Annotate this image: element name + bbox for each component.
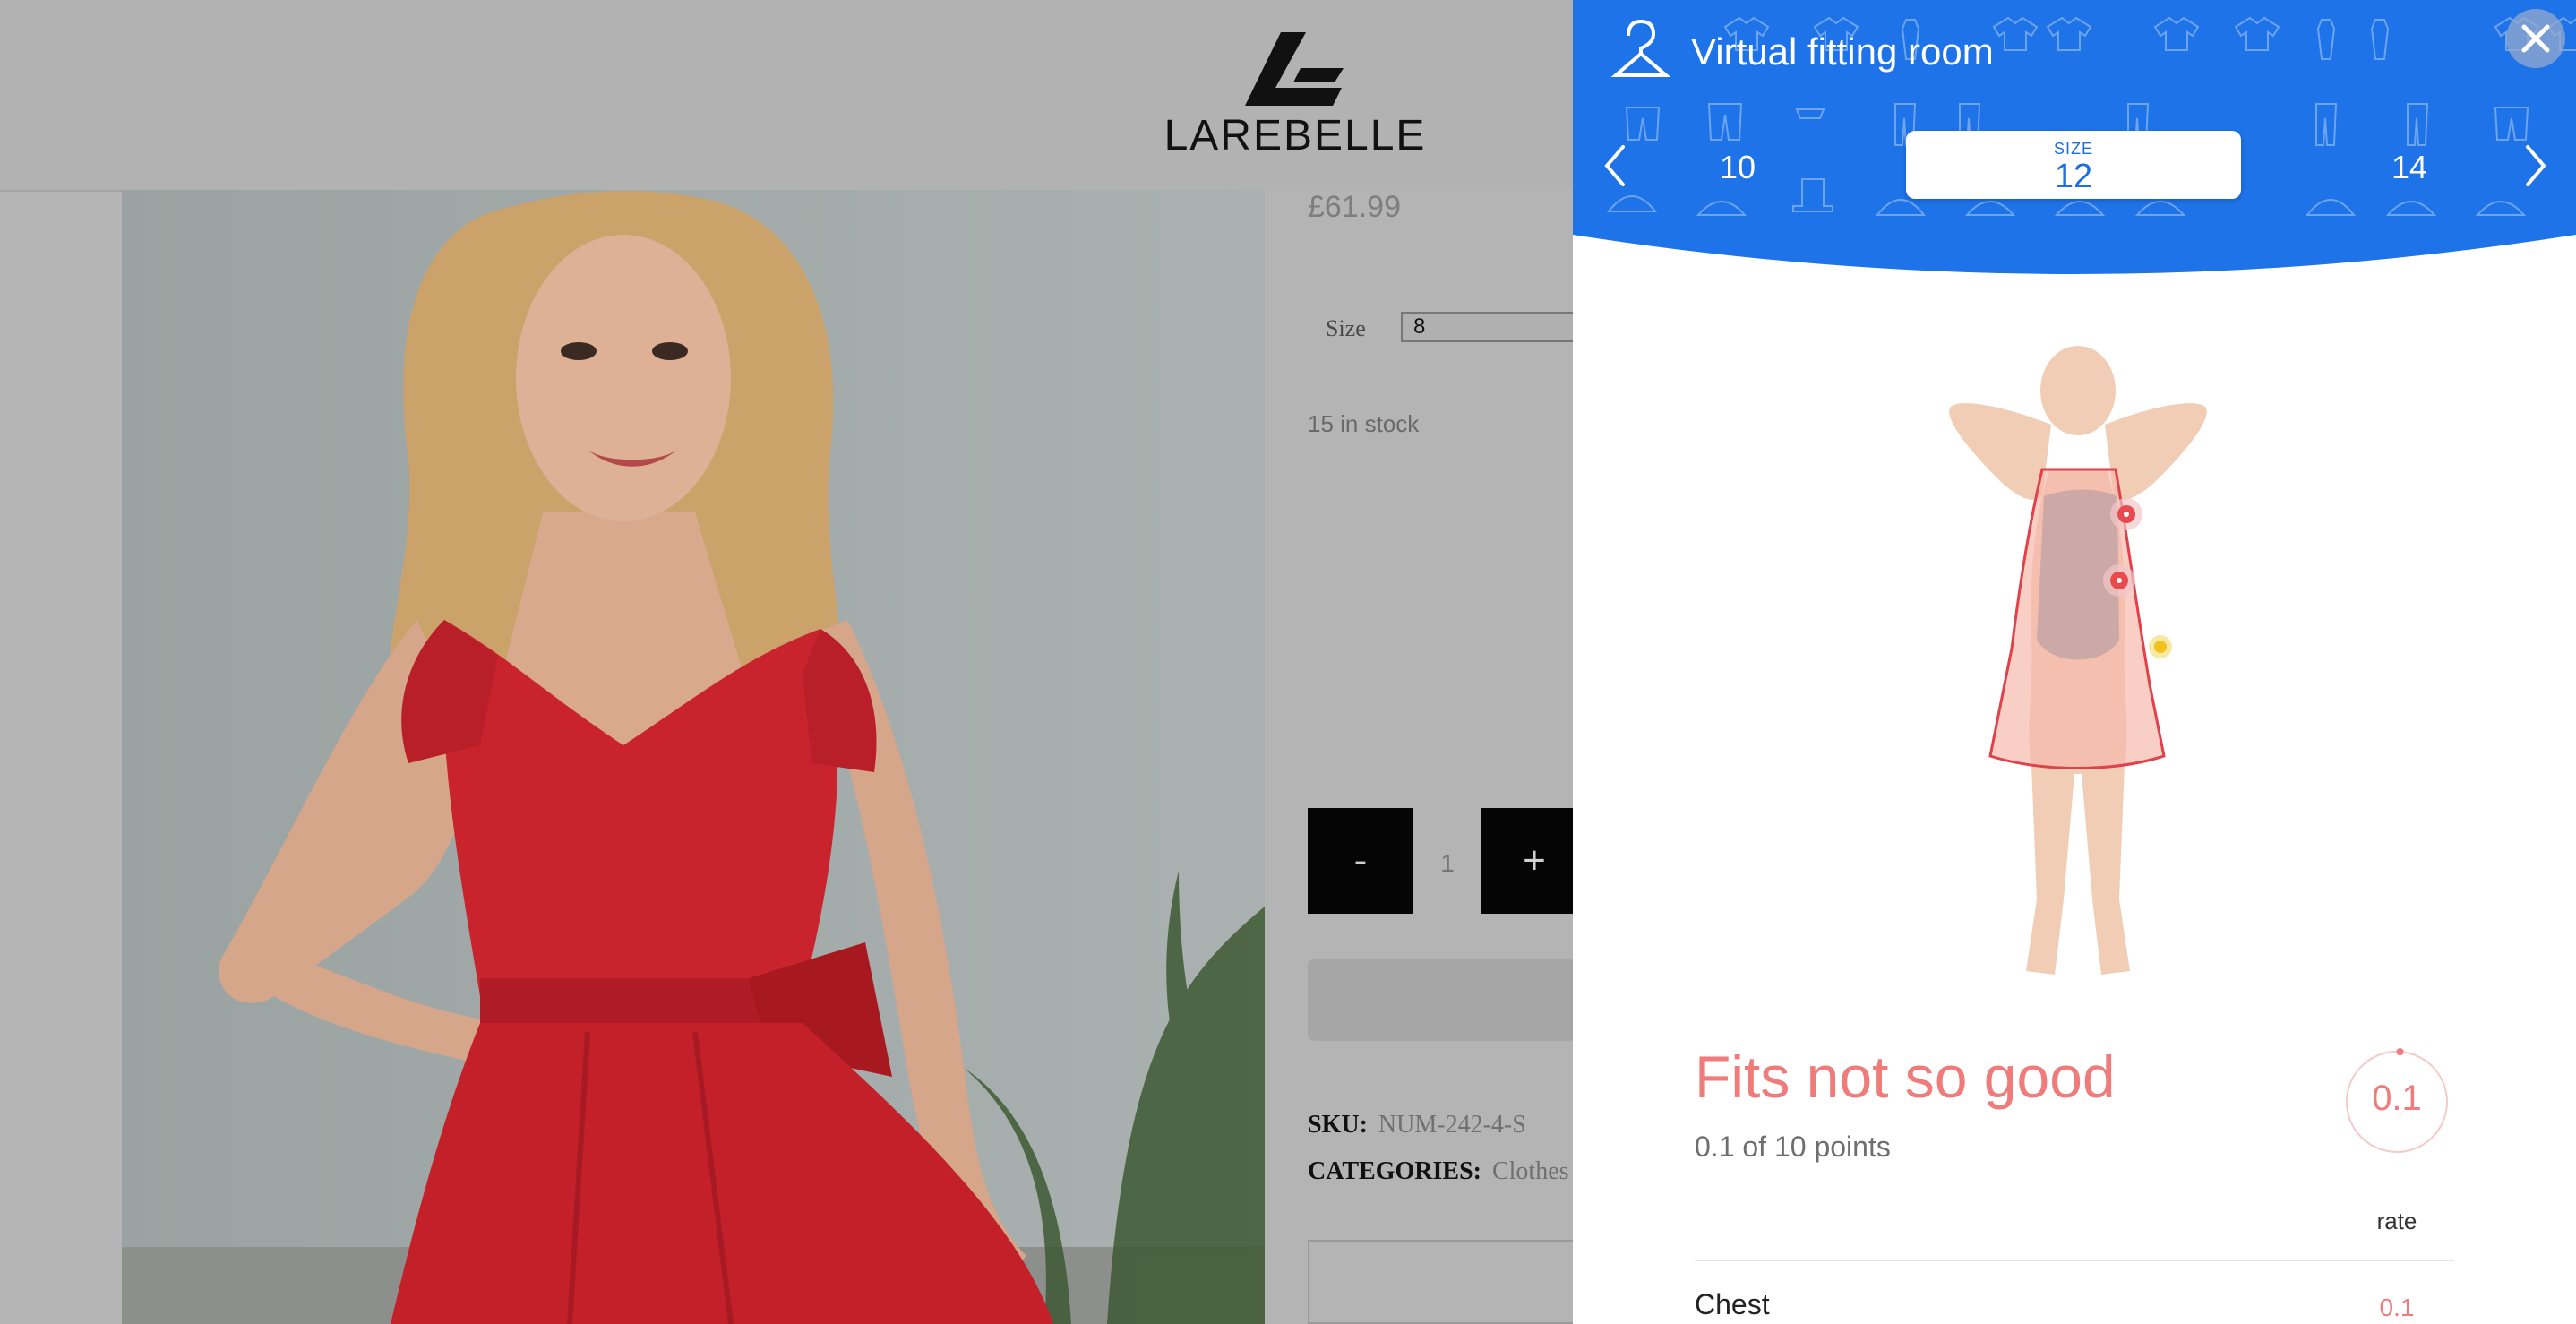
ok-marker-hips <box>2149 635 2172 658</box>
measurement-label-chest: Chest <box>1695 1288 1770 1320</box>
product-image[interactable] <box>122 190 1265 1324</box>
rate-progress-dot <box>2396 1048 2404 1056</box>
selected-size-pill[interactable]: SIZE 12 <box>1906 131 2241 199</box>
fit-points-text: 0.1 of 10 points <box>1695 1131 1891 1163</box>
sku-label: SKU: <box>1308 1111 1368 1139</box>
size-select[interactable]: 8 <box>1401 312 1580 342</box>
panel-title: Virtual fitting room <box>1691 30 1994 73</box>
add-to-cart-button[interactable] <box>1308 959 1576 1041</box>
size-pill-label: SIZE <box>2053 140 2093 158</box>
categories-label: CATEGORIES: <box>1308 1157 1481 1185</box>
size-option-prev[interactable]: 10 <box>1702 149 1773 186</box>
chevron-left-icon[interactable] <box>1598 143 1634 188</box>
rate-value: 0.1 <box>2372 1079 2422 1118</box>
model-in-red-dress-image <box>122 190 1265 1324</box>
chevron-right-icon[interactable] <box>2517 143 2553 188</box>
close-panel-button[interactable] <box>2506 9 2565 68</box>
tight-marker-chest <box>2110 498 2142 530</box>
larebelle-logo-icon[interactable] <box>1245 32 1344 106</box>
stock-status: 15 in stock <box>1308 410 1420 437</box>
category-link[interactable]: Clothes <box>1492 1157 1569 1185</box>
shop-logo-text[interactable]: LAREBELLE <box>1161 111 1430 160</box>
quantity-value[interactable]: 1 <box>1413 849 1481 878</box>
product-extra-box <box>1308 1240 1576 1324</box>
product-price: £61.99 <box>1308 190 1401 224</box>
sku-line: SKU: NUM-242-4-S <box>1308 1111 1526 1139</box>
tight-marker-waist <box>2103 564 2135 597</box>
rate-column-label: rate <box>2376 1208 2417 1234</box>
close-icon <box>2521 24 2550 53</box>
size-option-next[interactable]: 14 <box>2374 149 2445 186</box>
quantity-increase-button[interactable]: + <box>1481 808 1587 914</box>
quantity-decrease-button[interactable]: - <box>1308 808 1413 914</box>
size-pill-value: 12 <box>2054 158 2093 195</box>
divider <box>1695 1260 2454 1261</box>
body-figure-illustration <box>1949 346 2207 975</box>
sku-value: NUM-242-4-S <box>1378 1111 1526 1139</box>
fit-result-title: Fits not so good <box>1695 1044 2116 1110</box>
categories-line: CATEGORIES: Clothes <box>1308 1157 1569 1186</box>
size-label: Size <box>1326 315 1366 341</box>
measurement-value-chest: 0.1 <box>2379 1294 2415 1321</box>
